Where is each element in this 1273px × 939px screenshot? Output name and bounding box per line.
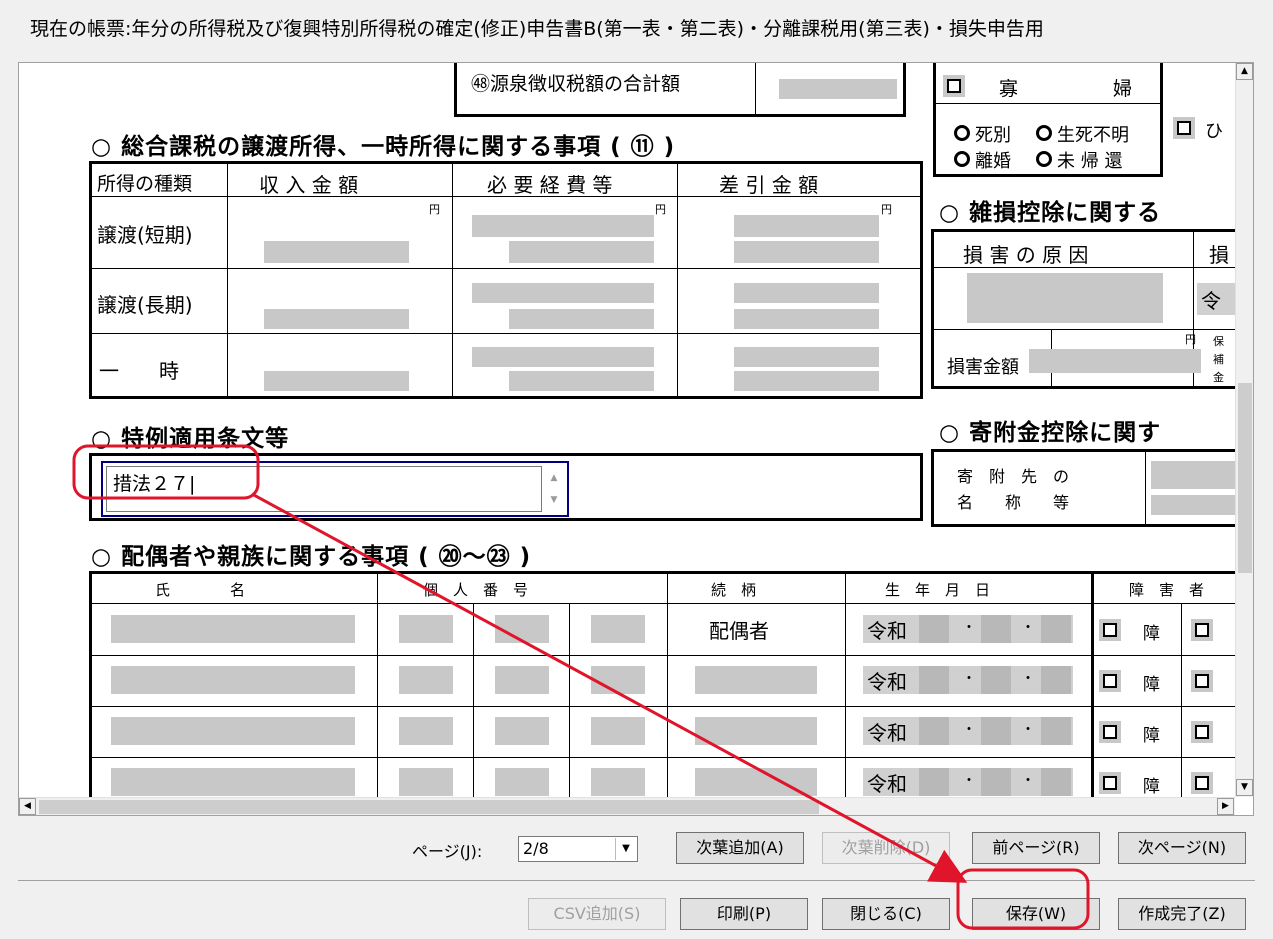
arrow-to-save [251,492,968,883]
annotation-overlay [72,444,1090,930]
highlight-save-button [956,868,1090,930]
highlight-special-field [72,444,260,500]
